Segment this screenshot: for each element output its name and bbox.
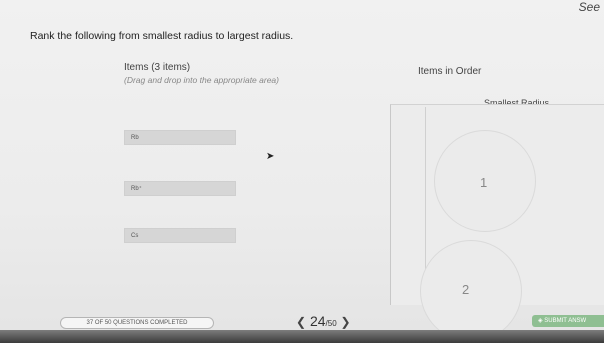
drag-item-cs[interactable]: Cs (124, 228, 236, 243)
chevron-right-icon[interactable]: ❯ (341, 315, 351, 329)
submit-answer-button[interactable]: ◈ SUBMIT ANSW (532, 315, 604, 327)
mouse-cursor-icon: ➤ (266, 151, 275, 162)
current-question: 24 (309, 313, 326, 329)
items-panel-title: Items (3 items) (124, 62, 191, 73)
corner-link[interactable]: See (579, 0, 600, 14)
drag-item-rb-plus[interactable]: Rb⁺ (124, 181, 236, 196)
screen-bottom-bar (0, 330, 604, 343)
eye-icon: ◈ (538, 318, 543, 324)
items-panel-hint: (Drag and drop into the appropriate area… (124, 75, 279, 85)
question-pager: ❮ 24/50 ❯ (296, 313, 351, 329)
drag-item-rb[interactable]: Rb (124, 130, 236, 145)
drop-slot-number: 2 (462, 282, 470, 297)
drag-item-label: Rb (131, 135, 139, 141)
drop-slot-2[interactable] (420, 240, 522, 342)
submit-label: SUBMIT ANSW (544, 318, 587, 324)
drop-slot-number: 1 (480, 175, 488, 190)
drag-item-label: Rb⁺ (131, 186, 142, 192)
progress-indicator: 37 OF 50 QUESTIONS COMPLETED (60, 317, 214, 329)
drag-item-label: Cs (131, 233, 139, 239)
question-instruction: Rank the following from smallest radius … (30, 30, 294, 42)
total-questions: /50 (325, 319, 337, 328)
chevron-left-icon[interactable]: ❮ (296, 315, 306, 329)
order-panel-title: Items in Order (418, 66, 482, 77)
quiz-page: See Rank the following from smallest rad… (0, 0, 604, 343)
